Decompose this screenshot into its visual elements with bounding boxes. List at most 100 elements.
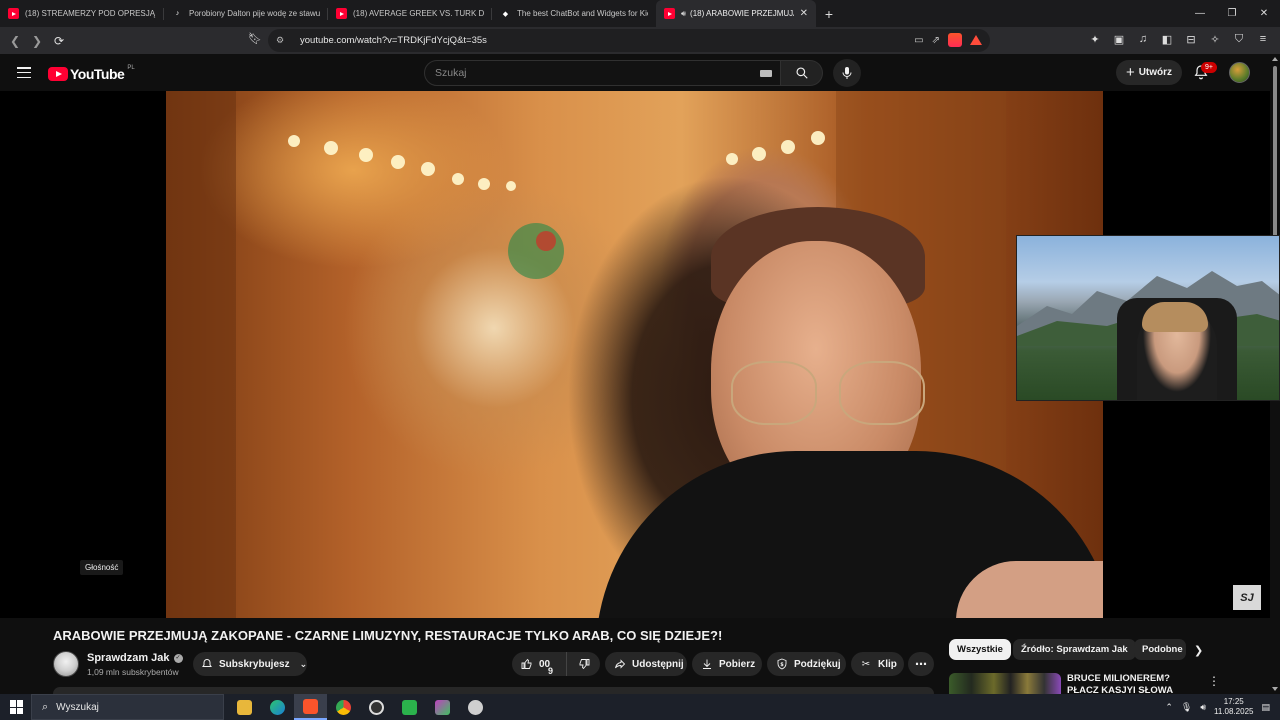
- clip-button[interactable]: ✂︎ Klip: [851, 652, 904, 676]
- youtube-masthead: YouTube PL Szukaj + Utwórz 9+: [0, 54, 1270, 91]
- chrome-icon: [336, 699, 351, 715]
- system-clock[interactable]: 17:25 11.08.2025: [1214, 697, 1253, 717]
- hamburger-menu-icon[interactable]: [17, 67, 31, 78]
- browser-tab-5-active[interactable]: 🔊︎ (18) ARABOWIE PRZEJMUJĄ ZAKOPANE ✕: [656, 0, 816, 27]
- browser-tab-4[interactable]: ◆ The best ChatBot and Widgets for Kick: [492, 0, 656, 27]
- chip-source[interactable]: Źródło: Sprawdzam Jak: [1013, 639, 1136, 660]
- chevron-right-icon[interactable]: ❯: [1194, 644, 1203, 657]
- subscribed-button[interactable]: Subskrybujesz ⌄: [193, 652, 307, 676]
- taskbar-apps: [228, 694, 492, 720]
- taskbar-brave[interactable]: [294, 694, 327, 720]
- speaker-icon[interactable]: 🔊︎: [681, 9, 686, 19]
- brave-rewards-icon[interactable]: [970, 35, 982, 45]
- channel-avatar[interactable]: [53, 651, 79, 677]
- clock-date: 11.08.2025: [1214, 707, 1254, 716]
- browser-extensions: ✦ ▣ ♫ ◧ ⊟ ✧ ⛉ ≡: [1088, 32, 1270, 46]
- chevron-up-icon[interactable]: ⌃: [1165, 702, 1173, 713]
- leo-ai-icon[interactable]: ✧: [1208, 32, 1222, 46]
- system-tray: ⌃ 🎙︎ 🔊︎ 17:25 11.08.2025 ▤: [1165, 694, 1280, 720]
- youtube-logo[interactable]: YouTube PL: [48, 65, 135, 82]
- new-tab-button[interactable]: +: [816, 0, 842, 27]
- plus-icon: +: [1125, 64, 1135, 81]
- channel-name-link[interactable]: Sprawdzam Jak ✓: [87, 652, 183, 664]
- reload-icon[interactable]: ⟳: [48, 30, 70, 52]
- brave-shield-icon[interactable]: [948, 33, 962, 47]
- browser-tab-1[interactable]: (18) STREAMERZY POD OPRESJĄ SYSTEMU: [0, 0, 164, 27]
- folder-icon: [237, 699, 252, 715]
- recommended-title[interactable]: BRUCE MILIONEREM? PŁACZ KASJYI SŁOWA NIE…: [1067, 673, 1197, 694]
- browser-tab-3[interactable]: (18) AVERAGE GREEK VS. TURK DEBATE: [328, 0, 492, 27]
- notification-badge: 9+: [1201, 62, 1217, 73]
- search-button[interactable]: [781, 60, 823, 86]
- user-avatar[interactable]: [1229, 62, 1250, 83]
- share-page-icon[interactable]: ⇗: [932, 35, 940, 46]
- youtube-icon: [336, 8, 347, 19]
- taskbar-chrome[interactable]: [327, 694, 360, 720]
- close-tab-icon[interactable]: ✕: [800, 8, 808, 19]
- thumbs-down-icon: [579, 659, 589, 670]
- like-button[interactable]: 00 9: [512, 652, 567, 676]
- window-controls: — ❐ ✕: [1184, 0, 1280, 27]
- streamer-hair: [1142, 302, 1208, 332]
- diamond-icon: ◆: [502, 10, 509, 18]
- cast-icon[interactable]: ▭: [914, 35, 923, 46]
- close-window-icon[interactable]: ✕: [1248, 0, 1280, 27]
- channel-watermark[interactable]: SJ: [1233, 585, 1261, 610]
- sidebar-icon[interactable]: ◧: [1160, 32, 1174, 46]
- chevron-down-icon: ⌄: [299, 658, 308, 669]
- site-settings-icon[interactable]: ⚙︎: [276, 35, 290, 46]
- menu-icon[interactable]: ≡: [1256, 32, 1270, 46]
- app-play-icon: [402, 699, 417, 715]
- wallet-icon[interactable]: ▣: [1112, 32, 1126, 46]
- extensions-icon[interactable]: ✦: [1088, 32, 1102, 46]
- taskbar-app-5[interactable]: [360, 694, 393, 720]
- app-tile-icon: [435, 699, 450, 715]
- taskbar-search-input[interactable]: ⌕ Wyszukaj: [31, 694, 224, 720]
- more-vertical-icon[interactable]: ⋮: [1208, 674, 1220, 688]
- tab-title: (18) AVERAGE GREEK VS. TURK DEBATE: [353, 9, 484, 18]
- thanks-button[interactable]: $ Podziękuj: [767, 652, 846, 676]
- address-bar[interactable]: ⚙︎ youtube.com/watch?v=TRDKjFdYcjQ&t=35s…: [268, 29, 990, 52]
- minimize-icon[interactable]: —: [1184, 0, 1216, 27]
- windows-start-icon[interactable]: [10, 700, 24, 714]
- more-actions-button[interactable]: ⋯: [908, 652, 934, 676]
- tab-title: Porobiony Dalton pije wodę ze stawu: [189, 9, 320, 18]
- keyboard-icon[interactable]: [760, 70, 772, 77]
- share-button[interactable]: Udostępnij: [605, 652, 687, 676]
- mic-tray-icon[interactable]: 🎙︎: [1181, 702, 1192, 713]
- taskbar-app-6[interactable]: [393, 694, 426, 720]
- chip-all[interactable]: Wszystkie: [949, 639, 1011, 660]
- subject-glasses: [731, 361, 931, 425]
- screen: (18) STREAMERZY POD OPRESJĄ SYSTEMU ♪ Po…: [0, 0, 1280, 720]
- search-input[interactable]: Szukaj: [424, 60, 781, 86]
- notifications-icon[interactable]: ▤: [1261, 702, 1270, 713]
- search-icon: ⌕: [42, 700, 49, 713]
- taskbar-edge[interactable]: [261, 694, 294, 720]
- svg-text:$: $: [780, 662, 784, 668]
- forward-icon[interactable]: ❯: [26, 30, 48, 52]
- windows-taskbar: ⌕ Wyszukaj ⌃ 🎙︎ 🔊︎ 17:25 11.08.2025 ▤: [0, 694, 1280, 720]
- volume-tray-icon[interactable]: 🔊︎: [1200, 702, 1206, 713]
- download-button[interactable]: Pobierz: [692, 652, 762, 676]
- create-button[interactable]: + Utwórz: [1116, 60, 1182, 85]
- recommended-thumbnail[interactable]: [949, 673, 1061, 694]
- back-icon[interactable]: ❮: [4, 30, 26, 52]
- restore-icon[interactable]: ❐: [1216, 0, 1248, 27]
- taskbar-app-8[interactable]: [459, 694, 492, 720]
- video-frame[interactable]: [166, 91, 1103, 618]
- taskbar-file-explorer[interactable]: [228, 694, 261, 720]
- music-icon[interactable]: ♫: [1136, 32, 1150, 46]
- taskbar-app-7[interactable]: [426, 694, 459, 720]
- browser-tab-2[interactable]: ♪ Porobiony Dalton pije wodę ze stawu: [164, 0, 328, 27]
- shield-icon[interactable]: ⛉: [1232, 32, 1246, 46]
- logo-wordmark: YouTube: [70, 66, 125, 82]
- chip-related[interactable]: Podobne: [1134, 639, 1186, 660]
- vpn-icon[interactable]: ⊟: [1184, 32, 1198, 46]
- clip-label: Klip: [878, 658, 897, 670]
- microphone-icon: [842, 67, 852, 79]
- description-box[interactable]: [53, 687, 934, 694]
- tab-title: (18) STREAMERZY POD OPRESJĄ SYSTEMU: [25, 9, 156, 18]
- voice-search-button[interactable]: [833, 59, 861, 87]
- bookmark-icon[interactable]: 🔖︎: [248, 32, 262, 45]
- dislike-button[interactable]: [567, 658, 600, 670]
